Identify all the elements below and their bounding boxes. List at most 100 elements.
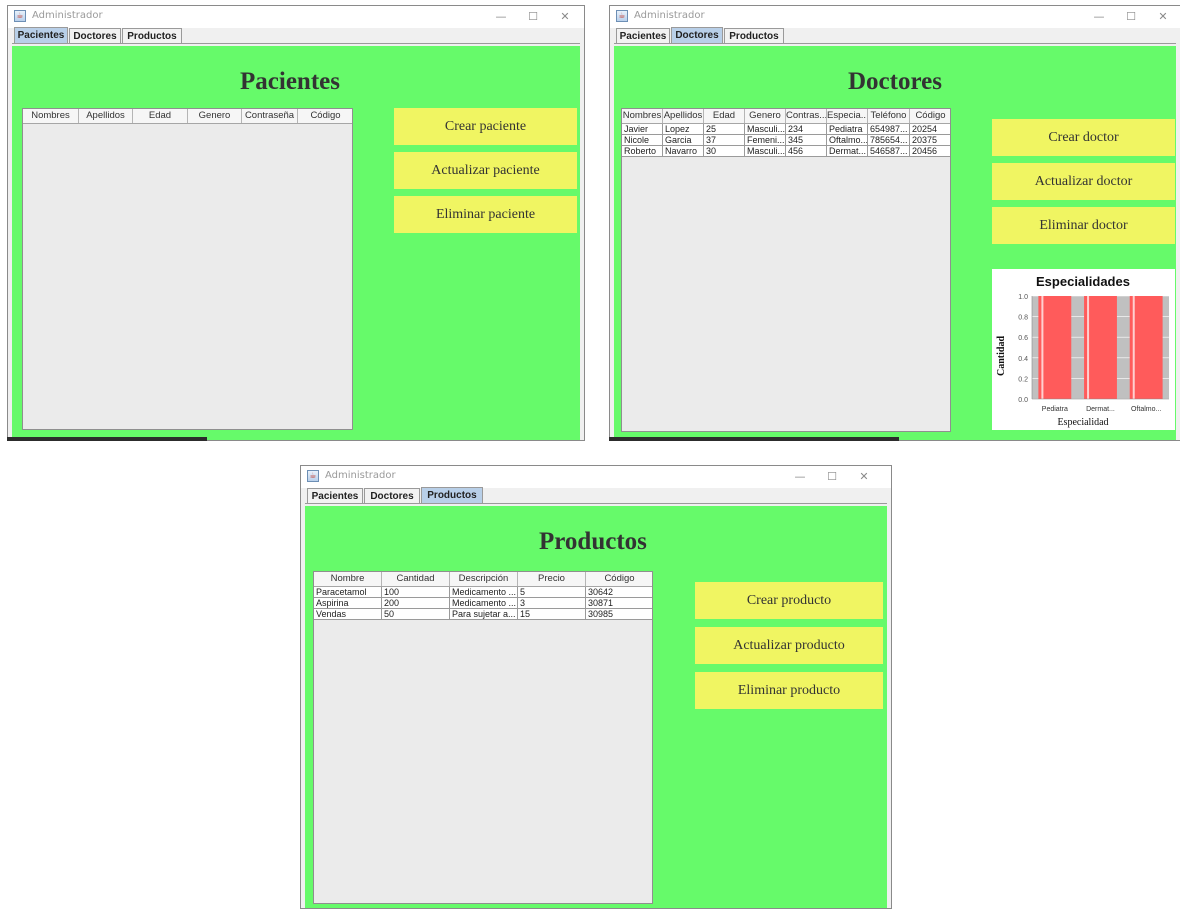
tab-doctores[interactable]: Doctores	[364, 488, 420, 503]
table-cell: 25	[704, 124, 745, 135]
column-header[interactable]: Nombres	[622, 109, 663, 123]
table-cell: 654987...	[868, 124, 910, 135]
tab-productos[interactable]: Productos	[724, 28, 784, 43]
column-header[interactable]: Edad	[704, 109, 745, 123]
column-header[interactable]: Precio	[518, 572, 586, 586]
table-cell: 20254	[910, 124, 950, 135]
minimize-icon[interactable]: —	[785, 468, 815, 486]
y-tick-label: 0.2	[1018, 376, 1028, 383]
minimize-icon[interactable]: —	[486, 8, 516, 26]
tab-pacientes[interactable]: Pacientes	[307, 488, 363, 503]
tab-doctores[interactable]: Doctores	[671, 27, 723, 43]
tab-doctores[interactable]: Doctores	[69, 28, 121, 43]
table-cell: 20456	[910, 146, 950, 157]
column-header[interactable]: Apellidos	[663, 109, 704, 123]
actualizar-paciente-button[interactable]: Actualizar paciente	[394, 152, 577, 189]
table-cell: 50	[382, 609, 450, 620]
table-cell: 234	[786, 124, 827, 135]
column-header[interactable]: Contraseña	[242, 109, 298, 123]
table-cell: Oftalmo...	[827, 135, 868, 146]
table-cell: 37	[704, 135, 745, 146]
column-header[interactable]: Genero	[745, 109, 786, 123]
tab-pacientes[interactable]: Pacientes	[616, 28, 670, 43]
table-cell: Medicamento ...	[450, 598, 518, 609]
column-header[interactable]: Edad	[133, 109, 188, 123]
bar-highlight	[1041, 296, 1044, 399]
tab-pacientes[interactable]: Pacientes	[14, 27, 68, 43]
page-title: Pacientes	[240, 68, 340, 95]
table-cell: 3	[518, 598, 586, 609]
column-header[interactable]: Teléfono	[868, 109, 910, 123]
table-cell: 100	[382, 587, 450, 598]
actualizar-producto-button[interactable]: Actualizar producto	[695, 627, 883, 664]
column-header[interactable]: Código	[910, 109, 950, 123]
eliminar-paciente-button[interactable]: Eliminar paciente	[394, 196, 577, 233]
table-cell: 200	[382, 598, 450, 609]
table-cell: Masculi...	[745, 124, 786, 135]
column-header[interactable]: Cantidad	[382, 572, 450, 586]
table-cell: Roberto	[622, 146, 663, 157]
eliminar-producto-button[interactable]: Eliminar producto	[695, 672, 883, 709]
table-row[interactable]: Roberto Navarro 30 Masculi... 456 Dermat…	[622, 146, 950, 157]
table-row[interactable]: Javier Lopez 25 Masculi... 234 Pediatra …	[622, 124, 950, 135]
y-tick-label: 0.4	[1018, 356, 1028, 363]
pacientes-table[interactable]: Nombres Apellidos Edad Genero Contraseña…	[22, 108, 353, 430]
actualizar-doctor-button[interactable]: Actualizar doctor	[992, 163, 1175, 200]
table-cell: 785654...	[868, 135, 910, 146]
column-header[interactable]: Código	[586, 572, 652, 586]
bar-highlight	[1087, 296, 1090, 399]
table-row[interactable]: Aspirina 200 Medicamento ... 3 30871	[314, 598, 652, 609]
x-tick-label: Dermat...	[1086, 406, 1115, 413]
x-tick-label: Pediatra	[1042, 406, 1068, 413]
minimize-icon[interactable]: —	[1084, 8, 1114, 26]
close-icon[interactable]: ✕	[550, 8, 580, 26]
close-icon[interactable]: ✕	[849, 468, 879, 486]
productos-panel: Productos Nombre Cantidad Descripción Pr…	[305, 506, 887, 908]
table-cell: 30	[704, 146, 745, 157]
eliminar-doctor-button[interactable]: Eliminar doctor	[992, 207, 1175, 244]
background-strip	[7, 437, 207, 441]
column-header[interactable]: Apellidos	[79, 109, 133, 123]
y-tick-label: 1.0	[1018, 294, 1028, 301]
column-header[interactable]: Nombres	[23, 109, 79, 123]
productos-table[interactable]: Nombre Cantidad Descripción Precio Códig…	[313, 571, 653, 904]
title-bar[interactable]: ☕ Administrador — ☐ ✕	[610, 6, 1180, 28]
table-cell: Femeni...	[745, 135, 786, 146]
column-header[interactable]: Genero	[188, 109, 242, 123]
y-tick-label: 0.6	[1018, 335, 1028, 342]
crear-doctor-button[interactable]: Crear doctor	[992, 119, 1175, 156]
table-cell: 20375	[910, 135, 950, 146]
column-header[interactable]: Nombre	[314, 572, 382, 586]
window-title: Administrador	[325, 470, 396, 481]
table-cell: Nicole	[622, 135, 663, 146]
crear-paciente-button[interactable]: Crear paciente	[394, 108, 577, 145]
crear-producto-button[interactable]: Crear producto	[695, 582, 883, 619]
maximize-icon[interactable]: ☐	[518, 8, 548, 26]
table-cell: Navarro	[663, 146, 704, 157]
title-bar[interactable]: ☕ Administrador — ☐ ✕	[301, 466, 891, 488]
table-cell: Aspirina	[314, 598, 382, 609]
table-cell: Para sujetar a...	[450, 609, 518, 620]
maximize-icon[interactable]: ☐	[817, 468, 847, 486]
title-bar[interactable]: ☕ Administrador — ☐ ✕	[8, 6, 584, 28]
table-cell: 456	[786, 146, 827, 157]
column-header[interactable]: Descripción	[450, 572, 518, 586]
tab-productos[interactable]: Productos	[122, 28, 182, 43]
table-cell: Lopez	[663, 124, 704, 135]
close-icon[interactable]: ✕	[1148, 8, 1178, 26]
column-header[interactable]: Especia...	[827, 109, 868, 123]
table-row[interactable]: Nicole Garcia 37 Femeni... 345 Oftalmo..…	[622, 135, 950, 146]
table-cell: Medicamento ...	[450, 587, 518, 598]
column-header[interactable]: Código	[298, 109, 352, 123]
maximize-icon[interactable]: ☐	[1116, 8, 1146, 26]
table-header: Nombres Apellidos Edad Genero Contraseña…	[23, 109, 352, 124]
table-row[interactable]: Paracetamol 100 Medicamento ... 5 30642	[314, 587, 652, 598]
column-header[interactable]: Contras...	[786, 109, 827, 123]
table-row[interactable]: Vendas 50 Para sujetar a... 15 30985	[314, 609, 652, 620]
doctores-table[interactable]: Nombres Apellidos Edad Genero Contras...…	[621, 108, 951, 432]
window-title: Administrador	[634, 10, 705, 21]
tab-productos[interactable]: Productos	[421, 487, 483, 503]
java-app-icon: ☕	[616, 10, 628, 22]
page-title: Doctores	[848, 68, 942, 95]
java-app-icon: ☕	[14, 10, 26, 22]
